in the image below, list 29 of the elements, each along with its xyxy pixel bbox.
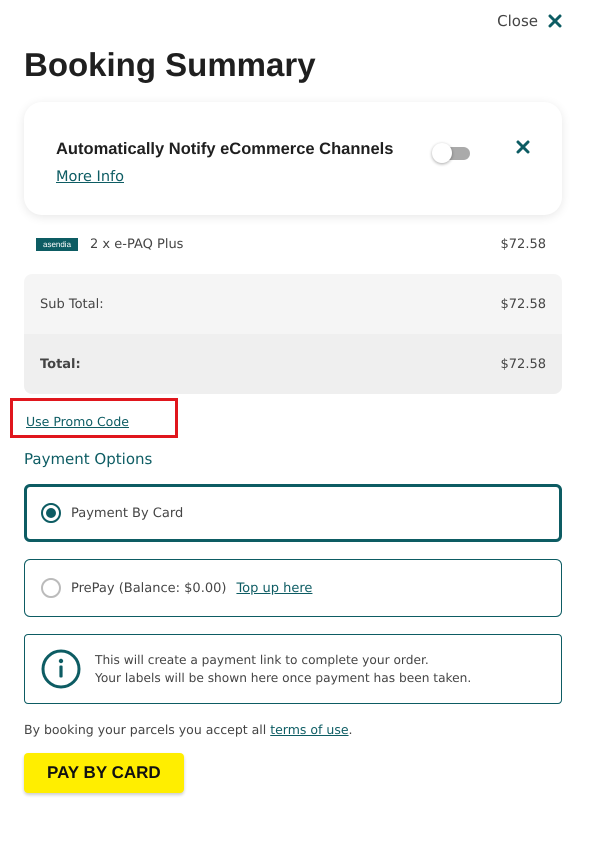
- carrier-logo: asendia: [36, 238, 78, 251]
- dismiss-button[interactable]: [516, 140, 530, 154]
- total-value: $72.58: [500, 356, 546, 372]
- pay-button[interactable]: PAY BY CARD: [24, 753, 184, 793]
- promo-code-link[interactable]: Use Promo Code: [26, 414, 129, 429]
- item-price: $72.58: [500, 237, 546, 252]
- option-label: PrePay (Balance: $0.00): [71, 580, 226, 596]
- total-label: Total:: [40, 356, 81, 372]
- payment-option[interactable]: Payment By Card: [24, 484, 562, 542]
- option-label: Payment By Card: [71, 506, 184, 520]
- close-icon: [548, 14, 562, 28]
- radio-button[interactable]: [41, 503, 61, 523]
- terms-text: By booking your parcels you accept all terms of use.: [24, 722, 354, 737]
- info-text: This will create a payment link to complete your order. Your labels will be shown here once payment has been taken.: [95, 652, 472, 687]
- radio-button[interactable]: [41, 578, 61, 598]
- notify-toggle[interactable]: [432, 142, 470, 164]
- total-value: $72.58: [500, 296, 546, 312]
- notify-title: Automatically Notify eCommerce Channels: [56, 140, 394, 159]
- top-up-link[interactable]: Top up here: [236, 580, 312, 596]
- close-button[interactable]: Close: [497, 8, 562, 34]
- close-icon: [516, 140, 530, 154]
- item-description: 2 x e-PAQ Plus: [90, 237, 184, 252]
- page-title: Booking Summary: [24, 46, 317, 84]
- info-icon: [41, 649, 81, 689]
- section-heading: Payment Options: [24, 450, 154, 468]
- payment-option[interactable]: PrePay (Balance: $0.00) Top up here: [24, 559, 562, 617]
- more-info-link[interactable]: More Info: [56, 169, 124, 185]
- terms-link[interactable]: terms of use: [270, 722, 349, 737]
- total-label: Sub Total:: [40, 296, 104, 312]
